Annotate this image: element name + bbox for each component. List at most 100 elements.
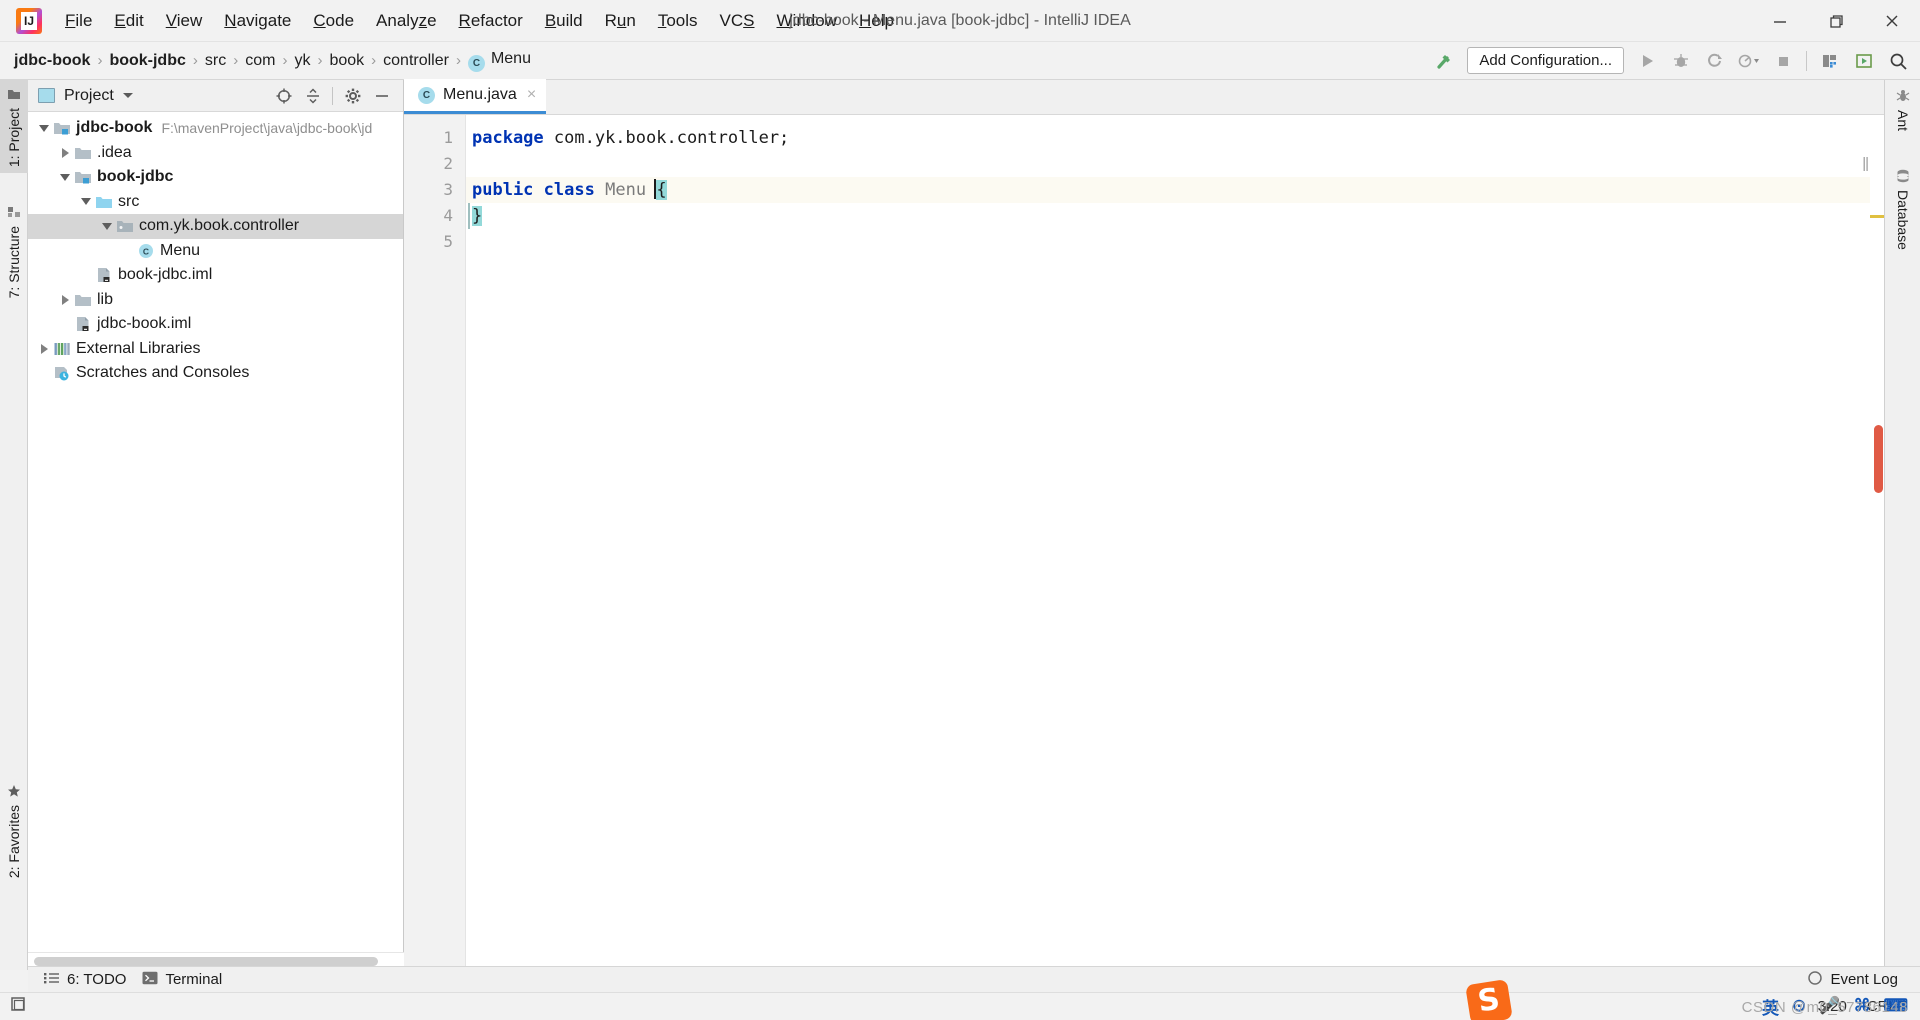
breadcrumb-separator: › (371, 52, 377, 69)
breadcrumb-item-yk[interactable]: yk (294, 52, 310, 70)
search-everywhere-icon[interactable] (1882, 46, 1914, 76)
tree-node-src[interactable]: src (28, 190, 403, 215)
breadcrumb-item-com[interactable]: com (245, 52, 275, 70)
locate-target-icon[interactable] (270, 83, 297, 109)
code-line[interactable] (466, 151, 1884, 177)
warning-marker[interactable] (1870, 215, 1884, 218)
editor-tab-menu-java[interactable]: C Menu.java × (404, 79, 547, 114)
run-icon[interactable] (1631, 46, 1663, 76)
chevron-down-icon[interactable] (99, 222, 115, 230)
menu-item-code[interactable]: Code (302, 7, 365, 35)
code-token: com.yk.book.controller; (543, 128, 790, 148)
marker-stripe[interactable] (1870, 150, 1884, 1005)
project-tree[interactable]: jdbc-book F:\mavenProject\java\jdbc-book\… (28, 112, 403, 948)
tree-node-com-yk-book-controller[interactable]: com.yk.book.controller (28, 214, 403, 239)
chevron-right-icon[interactable] (57, 294, 73, 305)
line-number: 3 (443, 180, 453, 199)
breadcrumb-label: book (329, 51, 365, 69)
layout-icon[interactable] (8, 994, 30, 1019)
update-project-icon[interactable] (1848, 46, 1880, 76)
code-text[interactable]: package com.yk.book.controller; public cl… (466, 115, 1884, 970)
code-line[interactable]: package com.yk.book.controller; (466, 125, 1884, 151)
run-with-coverage-icon[interactable] (1699, 46, 1731, 76)
tool-window-label: Event Log (1830, 971, 1898, 988)
debug-icon[interactable] (1665, 46, 1697, 76)
menu-item-refactor[interactable]: Refactor (448, 7, 534, 35)
sidebar-item-project[interactable]: 1: Project (0, 80, 28, 174)
profile-icon[interactable] (1733, 46, 1765, 76)
sdk-manager-icon[interactable] (1814, 46, 1846, 76)
menu-item-file[interactable]: File (54, 7, 103, 35)
breadcrumb-item-jdbc-book[interactable]: jdbc-book (14, 52, 90, 70)
intellij-idea-window: IJ File Edit View Navigate Code Analyze Refact… (0, 0, 1920, 1020)
tree-node-label: lib (97, 290, 114, 308)
menu-item-window[interactable]: Window (766, 7, 848, 35)
tree-node-jdbc-book-iml[interactable]: jdbc-book.iml (28, 312, 403, 337)
code-line[interactable]: public class Menu { (466, 177, 1884, 203)
tree-node--idea[interactable]: .idea (28, 141, 403, 166)
split-editor-icon[interactable]: || (1862, 155, 1869, 172)
tool-window-todo[interactable]: 6: TODO (44, 971, 126, 989)
menu-item-view[interactable]: View (155, 7, 214, 35)
menu-item-edit[interactable]: Edit (103, 7, 154, 35)
tree-node-book-jdbc-iml[interactable]: book-jdbc.iml (28, 263, 403, 288)
close-icon[interactable]: × (527, 86, 536, 104)
sidebar-item-structure[interactable]: 7: Structure (0, 198, 28, 304)
tree-node-label: book-jdbc (97, 168, 174, 186)
menu-item-vcs[interactable]: VCS (709, 7, 766, 35)
breadcrumb: jdbc-book › book-jdbc › src › com › yk › book › cont… (14, 50, 531, 72)
tool-window-terminal[interactable]: Terminal (142, 971, 222, 989)
tree-node-jdbc-book[interactable]: jdbc-book F:\mavenProject\java\jdbc-book\… (28, 116, 403, 141)
chevron-down-icon[interactable] (78, 198, 94, 206)
tool-window-label: Terminal (165, 971, 223, 988)
breadcrumb-item-menu[interactable]: C Menu (467, 49, 531, 72)
sidebar-item-label: 2: Favorites (6, 804, 22, 878)
tree-node-scratches-and-consoles[interactable]: Scratches and Consoles (28, 361, 403, 386)
chevron-right-icon[interactable] (57, 147, 73, 158)
breadcrumb-item-src[interactable]: src (205, 52, 226, 70)
sidebar-item-favorites[interactable]: 2: Favorites (0, 777, 28, 884)
matched-brace: } (472, 206, 483, 226)
close-icon[interactable] (1864, 0, 1920, 42)
menu-item-build[interactable]: Build (534, 7, 594, 35)
hide-panel-icon[interactable] (368, 83, 395, 109)
stop-icon[interactable] (1767, 46, 1799, 76)
tree-node-book-jdbc[interactable]: book-jdbc (28, 165, 403, 190)
tree-node-menu[interactable]: C Menu (28, 239, 403, 264)
tool-window-event-log[interactable]: Event Log (1807, 970, 1898, 990)
settings-gear-icon[interactable] (339, 83, 366, 109)
menu-item-help[interactable]: Help (848, 7, 905, 35)
code-line[interactable] (466, 229, 1884, 255)
chevron-down-icon[interactable] (57, 173, 73, 181)
collapse-all-icon[interactable] (299, 83, 326, 109)
breadcrumb-item-controller[interactable]: controller (383, 52, 449, 70)
menu-item-tools[interactable]: Tools (647, 7, 709, 35)
toolbar-actions: Add Configuration... (1428, 46, 1914, 76)
restore-icon[interactable] (1808, 0, 1864, 42)
sidebar-item-database[interactable]: Database (1885, 160, 1920, 258)
sidebar-item-ant[interactable]: Ant (1885, 80, 1920, 139)
build-hammer-icon[interactable] (1428, 46, 1460, 76)
add-configuration-button[interactable]: Add Configuration... (1467, 47, 1624, 74)
editor-tab-label: Menu.java (443, 86, 517, 103)
editor-vertical-scrollbar-thumb[interactable] (1874, 425, 1883, 493)
scrollbar-thumb[interactable] (34, 957, 378, 966)
breadcrumb-separator: › (97, 52, 103, 69)
chevron-down-icon[interactable] (36, 124, 52, 132)
menu-item-navigate[interactable]: Navigate (213, 7, 302, 35)
menu-item-run[interactable]: Run (594, 7, 647, 35)
line-number: 4 (443, 206, 453, 225)
breadcrumb-item-book-jdbc[interactable]: book-jdbc (109, 52, 185, 70)
menu-item-analyze[interactable]: Analyze (365, 7, 448, 35)
tree-node-external-libraries[interactable]: External Libraries (28, 337, 403, 362)
code-editor[interactable]: 1 2 3 4 5 package com.yk.book.controller; pub… (404, 115, 1884, 1005)
iml-file-icon (73, 316, 93, 332)
tree-node-lib[interactable]: lib (28, 288, 403, 313)
breadcrumb-item-book[interactable]: book (329, 52, 364, 70)
chevron-right-icon[interactable] (36, 343, 52, 354)
chevron-down-icon[interactable] (122, 93, 133, 98)
code-line[interactable]: } (466, 203, 1884, 229)
breadcrumb-label: Menu (490, 49, 531, 67)
sogou-ime-logo-icon[interactable]: S (1465, 978, 1513, 1020)
minimize-icon[interactable] (1752, 0, 1808, 42)
